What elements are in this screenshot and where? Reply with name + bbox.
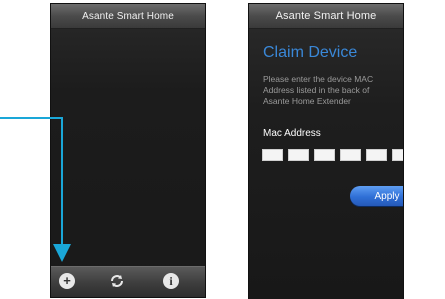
claim-device-screen: Asante Smart Home Claim Device Please en… (249, 4, 403, 299)
mac-field-1[interactable] (262, 149, 283, 161)
apply-button[interactable]: Apply (350, 186, 403, 206)
mac-field-6[interactable] (392, 149, 403, 161)
mac-field-5[interactable] (366, 149, 387, 161)
mac-address-label: Mac Address (263, 128, 321, 139)
claim-device-heading: Claim Device (263, 44, 358, 61)
mac-address-fields (262, 149, 403, 161)
claim-instructions: Please enter the device MAC Address list… (263, 74, 374, 106)
mac-field-2[interactable] (288, 149, 309, 161)
title-bar: Asante Smart Home (249, 4, 403, 29)
app-title: Asante Smart Home (275, 10, 377, 22)
mac-field-4[interactable] (340, 149, 361, 161)
mac-field-3[interactable] (314, 149, 335, 161)
